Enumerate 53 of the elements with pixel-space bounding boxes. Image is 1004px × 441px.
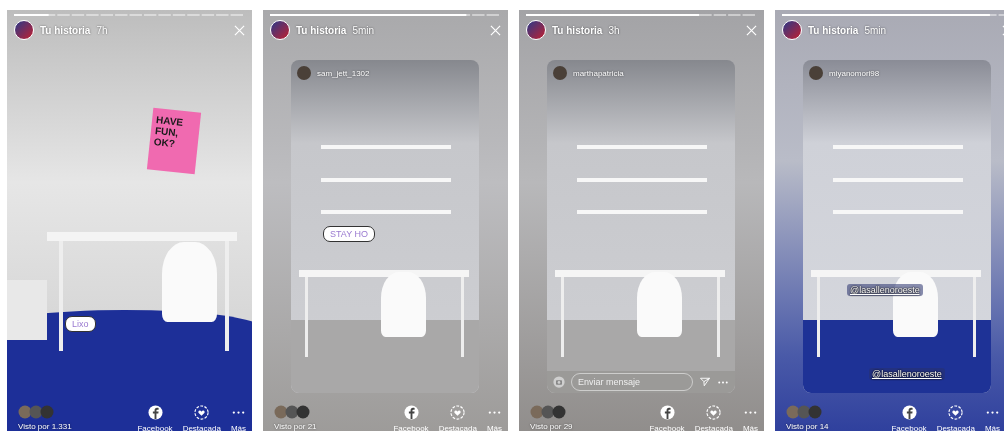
viewer-count[interactable]: Visto por 21	[274, 422, 384, 431]
post-username[interactable]: marthapatricia	[573, 68, 624, 78]
facebook-button[interactable]: Facebook	[137, 405, 173, 431]
profile-avatar[interactable]	[782, 20, 802, 40]
close-icon[interactable]	[234, 24, 245, 36]
post-username[interactable]: sam_jett_1302	[317, 68, 370, 78]
close-icon[interactable]	[490, 24, 501, 36]
profile-avatar[interactable]	[526, 20, 546, 40]
poster-sticker: HAVE FUN, OK?	[146, 107, 202, 175]
viewer-count[interactable]: Visto por 29	[530, 422, 640, 431]
send-icon[interactable]	[699, 376, 711, 388]
text-sticker: STAY HO	[323, 226, 375, 242]
heart-circle-icon	[450, 405, 466, 420]
highlight-button[interactable]: Destacada	[694, 405, 733, 431]
story-time: 3h	[608, 24, 621, 36]
facebook-icon	[403, 405, 419, 420]
post-username[interactable]: miyanomori98	[829, 68, 880, 78]
more-button[interactable]: Más	[230, 405, 246, 431]
user-avatar	[297, 66, 311, 80]
heart-circle-icon	[194, 405, 210, 420]
facebook-icon	[659, 405, 675, 420]
more-button[interactable]: Más	[486, 405, 502, 431]
more-button[interactable]: Más	[984, 405, 1000, 431]
story-time: 5min	[864, 24, 888, 36]
story-time: 5min	[352, 24, 376, 36]
text-sticker: Lixo	[65, 316, 96, 332]
story-author[interactable]: Tu historia	[40, 24, 91, 36]
highlight-button[interactable]: Destacada	[438, 405, 477, 431]
story-author[interactable]: Tu historia	[808, 24, 859, 36]
highlight-button[interactable]: Destacada	[182, 405, 221, 431]
profile-avatar[interactable]	[270, 20, 290, 40]
facebook-button[interactable]: Facebook	[393, 405, 429, 431]
mention-sticker[interactable]: @lasallenoroeste	[869, 368, 945, 380]
mention-sticker[interactable]: @lasallenoroeste	[847, 284, 923, 296]
heart-circle-icon	[948, 405, 964, 420]
story-author[interactable]: Tu historia	[552, 24, 603, 36]
shared-post-card[interactable]: marthapatricia Enviar mensaje	[547, 60, 735, 393]
facebook-button[interactable]: Facebook	[891, 405, 927, 431]
highlight-button[interactable]: Destacada	[936, 405, 975, 431]
story-author[interactable]: Tu historia	[296, 24, 347, 36]
more-icon[interactable]	[717, 379, 729, 385]
facebook-icon	[147, 405, 163, 420]
camera-icon[interactable]	[553, 376, 565, 388]
viewer-count[interactable]: Visto por 14	[786, 422, 882, 431]
user-avatar	[809, 66, 823, 80]
user-avatar	[553, 66, 567, 80]
close-icon[interactable]	[746, 24, 757, 36]
more-button[interactable]: Más	[742, 405, 758, 431]
heart-circle-icon	[706, 405, 722, 420]
facebook-icon	[901, 405, 917, 420]
profile-avatar[interactable]	[14, 20, 34, 40]
facebook-button[interactable]: Facebook	[649, 405, 685, 431]
viewer-count[interactable]: Visto por 1.331	[18, 422, 128, 431]
